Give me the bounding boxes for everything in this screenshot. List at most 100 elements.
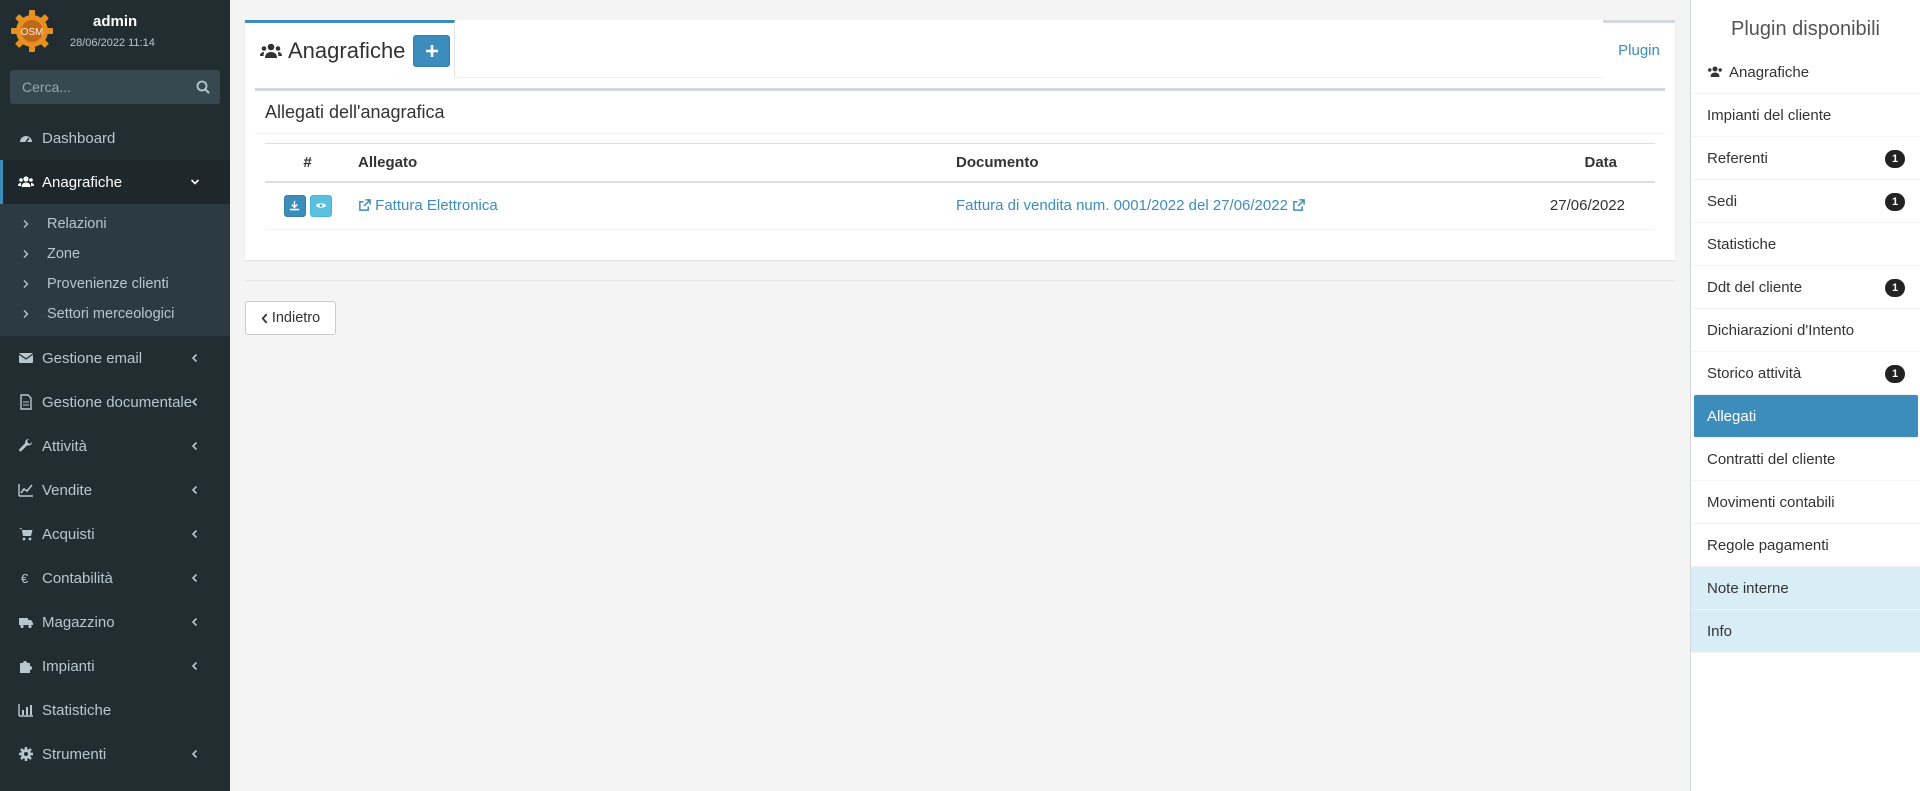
- plugin-item-label: Statistiche: [1707, 235, 1777, 253]
- gear-icon: [19, 747, 33, 761]
- plugin-list: Anagrafiche Impianti del cliente Referen…: [1691, 51, 1920, 653]
- row-documento: Fattura di vendita num. 0001/2022 del 27…: [948, 181, 1508, 230]
- plugin-item-info[interactable]: Info: [1691, 610, 1920, 653]
- plugin-item-label: Ddt del cliente: [1707, 278, 1803, 296]
- bar-chart-icon: [18, 704, 33, 717]
- plugin-item-allegati[interactable]: Allegati: [1694, 395, 1918, 438]
- submenu-item-provenienze[interactable]: Provenienze clienti: [0, 269, 230, 299]
- users-icon: [260, 43, 282, 58]
- external-link-icon: [1293, 199, 1305, 212]
- sidebar-item-label: Acquisti: [42, 525, 95, 543]
- plugin-item-label: Contratti del cliente: [1707, 450, 1836, 468]
- plugin-item-sedi[interactable]: Sedi 1: [1691, 180, 1920, 223]
- submenu-item-label: Relazioni: [47, 216, 107, 232]
- attachment-link[interactable]: Fattura Elettronica: [358, 197, 498, 214]
- submenu-item-label: Provenienze clienti: [47, 276, 169, 292]
- users-icon: [1708, 66, 1722, 77]
- plugin-item-contratti[interactable]: Contratti del cliente: [1691, 438, 1920, 481]
- back-button-label: Indietro: [271, 310, 321, 326]
- chevron-left-icon: [261, 313, 268, 323]
- anagrafiche-submenu: Relazioni Zone Provenienze clienti Setto…: [0, 204, 230, 336]
- sidebar-item-statistiche[interactable]: Statistiche: [0, 688, 230, 732]
- document-link[interactable]: Fattura di vendita num. 0001/2022 del 27…: [956, 197, 1305, 214]
- count-badge: 1: [1885, 193, 1905, 211]
- tab-plugin[interactable]: Plugin: [1603, 20, 1675, 78]
- count-badge: 1: [1885, 150, 1905, 168]
- sidebar-item-contabilita[interactable]: € Contabilità: [0, 556, 230, 600]
- tabs-divider: [455, 77, 1603, 78]
- cart-icon: [19, 528, 33, 541]
- sidebar-item-attivita[interactable]: Attività: [0, 424, 230, 468]
- nav-tabs-box: Anagrafiche Plugin Allegati dell'anagraf…: [245, 20, 1675, 260]
- user-panel: OSM admin 28/06/2022 11:14: [0, 0, 230, 62]
- plugin-item-note[interactable]: Note interne: [1691, 567, 1920, 610]
- sidebar-item-impianti[interactable]: Impianti: [0, 644, 230, 688]
- user-name: admin: [93, 13, 138, 30]
- plugin-item-dichiarazioni[interactable]: Dichiarazioni d'Intento: [1691, 309, 1920, 352]
- content-divider: [245, 280, 1675, 281]
- plugin-item-statistiche[interactable]: Statistiche: [1691, 223, 1920, 266]
- sidebar-item-label: Vendite: [42, 481, 93, 499]
- sidebar-item-acquisti[interactable]: Acquisti: [0, 512, 230, 556]
- sidebar-item-anagrafiche[interactable]: Anagrafiche: [0, 160, 230, 204]
- plugin-item-regole[interactable]: Regole pagamenti: [1691, 524, 1920, 567]
- plugin-item-anagrafiche[interactable]: Anagrafiche: [1691, 51, 1920, 94]
- main-sidebar: OSM admin 28/06/2022 11:14 Dashboard Ana…: [0, 0, 230, 791]
- plugin-item-label: Dichiarazioni d'Intento: [1707, 321, 1855, 339]
- page-title: Anagrafiche: [288, 37, 406, 63]
- chevron-down-icon: [190, 179, 200, 185]
- chevron-right-icon: [23, 280, 29, 288]
- euro-icon: €: [21, 571, 29, 586]
- column-header-index: #: [265, 143, 350, 183]
- preview-button[interactable]: [309, 194, 332, 217]
- back-button[interactable]: Indietro: [245, 301, 336, 335]
- sidebar-item-label: Attività: [42, 437, 88, 455]
- add-anagrafica-button[interactable]: [413, 34, 451, 67]
- tab-anagrafiche[interactable]: Anagrafiche: [245, 20, 455, 78]
- sidebar-item-email[interactable]: Gestione email: [0, 336, 230, 380]
- svg-text:€: €: [21, 571, 29, 586]
- plugin-item-impianti[interactable]: Impianti del cliente: [1691, 94, 1920, 137]
- sidebar-item-label: Contabilità: [42, 569, 113, 587]
- chevron-left-icon: [191, 617, 198, 627]
- chevron-left-icon: [191, 397, 198, 407]
- plugin-item-referenti[interactable]: Referenti 1: [1691, 137, 1920, 180]
- submenu-item-relazioni[interactable]: Relazioni: [0, 209, 230, 239]
- submenu-item-settori[interactable]: Settori merceologici: [0, 299, 230, 329]
- envelope-icon: [18, 353, 34, 363]
- chevron-right-icon: [23, 220, 29, 228]
- plugin-item-label: Movimenti contabili: [1707, 493, 1835, 511]
- plugin-item-movimenti[interactable]: Movimenti contabili: [1691, 481, 1920, 524]
- line-chart-icon: [18, 484, 33, 497]
- sidebar-item-label: Strumenti: [42, 745, 107, 763]
- sidebar-item-magazzino[interactable]: Magazzino: [0, 600, 230, 644]
- search-box: [10, 70, 220, 104]
- download-button[interactable]: [283, 194, 306, 217]
- sidebar-item-label: Statistiche: [42, 701, 112, 719]
- column-header-documento: Documento: [948, 143, 1508, 183]
- plus-icon: [425, 44, 438, 57]
- attachments-title: Allegati dell'anagrafica: [255, 91, 1665, 134]
- sidebar-item-strumenti[interactable]: Strumenti: [0, 732, 230, 776]
- chevron-left-icon: [191, 573, 198, 583]
- chevron-left-icon: [191, 749, 198, 759]
- chevron-right-icon: [23, 250, 29, 258]
- chevron-left-icon: [191, 353, 198, 363]
- sidebar-item-vendite[interactable]: Vendite: [0, 468, 230, 512]
- count-badge: 1: [1885, 365, 1905, 383]
- sidebar-item-label: Gestione documentale: [42, 393, 193, 411]
- plugin-item-ddt[interactable]: Ddt del cliente 1: [1691, 266, 1920, 309]
- sidebar-item-dashboard[interactable]: Dashboard: [0, 116, 230, 160]
- search-icon[interactable]: [196, 80, 210, 94]
- submenu-item-zone[interactable]: Zone: [0, 239, 230, 269]
- attachment-name: Fattura Elettronica: [375, 197, 498, 215]
- row-actions: [265, 181, 350, 230]
- plugin-item-storico[interactable]: Storico attività 1: [1691, 352, 1920, 395]
- chevron-left-icon: [191, 529, 198, 539]
- row-allegato: Fattura Elettronica: [350, 181, 948, 230]
- sidebar-item-documentale[interactable]: Gestione documentale: [0, 380, 230, 424]
- submenu-item-label: Zone: [47, 246, 81, 262]
- plugin-item-label: Sedi: [1707, 192, 1738, 210]
- eye-icon: [315, 203, 326, 208]
- search-input[interactable]: [10, 70, 190, 104]
